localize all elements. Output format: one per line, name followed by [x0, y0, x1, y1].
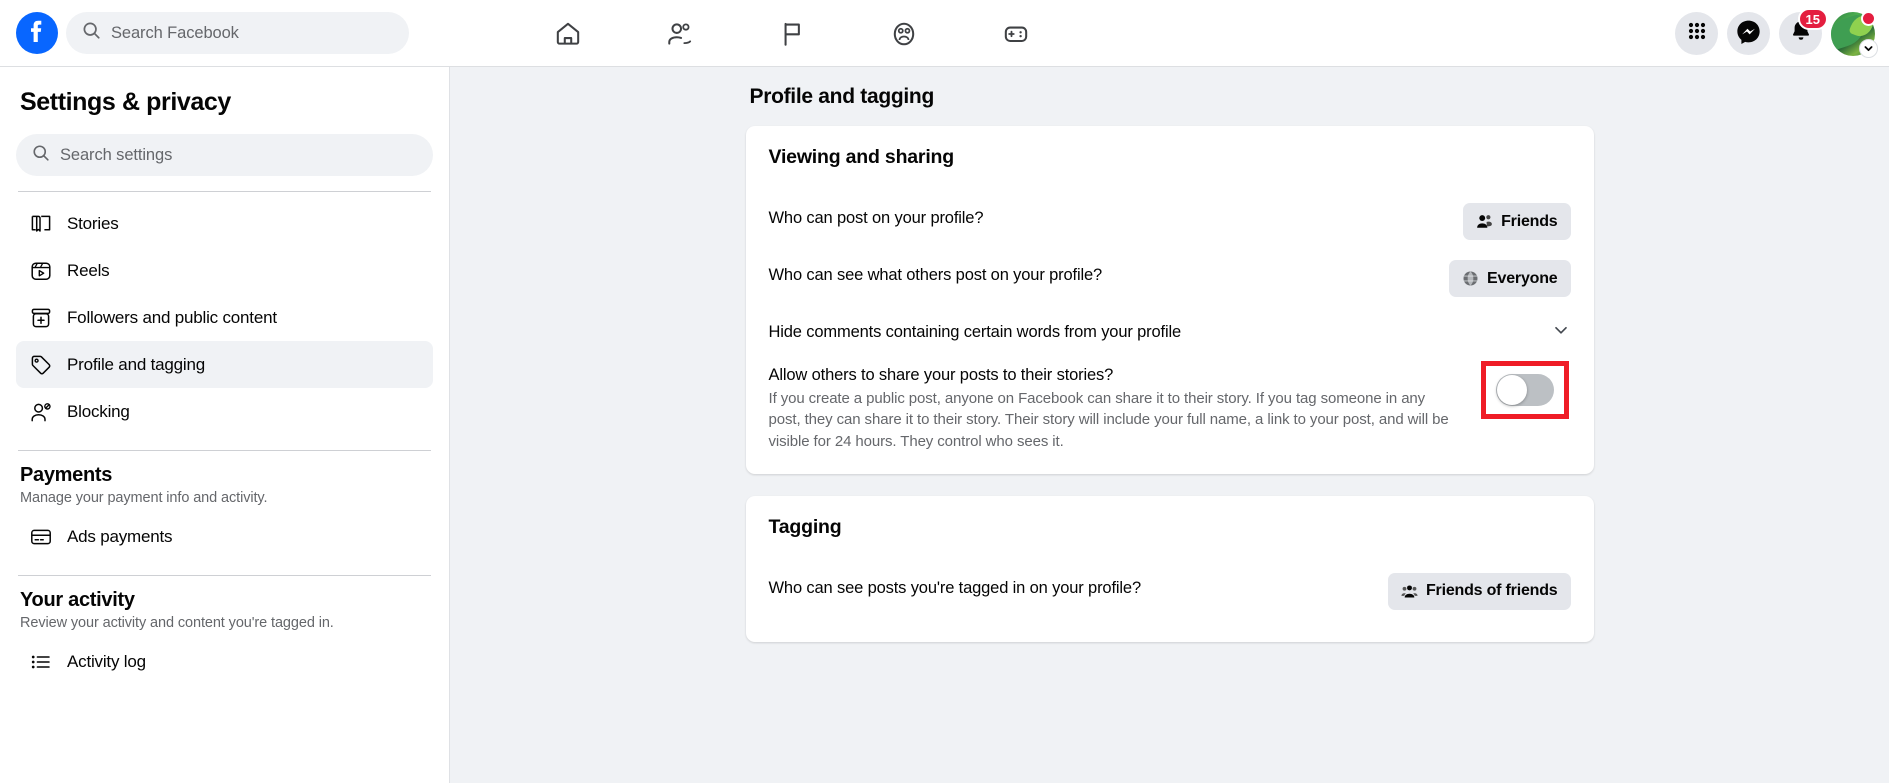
sidebar-group-title-your-activity: Your activity	[20, 589, 135, 611]
sidebar-divider-1	[18, 191, 431, 192]
sidebar-group-subtitle-payments: Manage your payment info and activity.	[20, 490, 268, 506]
chevron-down-icon	[1859, 38, 1878, 58]
nav-tab-gaming[interactable]	[960, 5, 1072, 63]
toggle-knob	[1496, 375, 1527, 405]
sidebar-item-label: Stories	[67, 213, 119, 233]
search-settings-input[interactable]: Search settings	[16, 134, 433, 176]
credit-card-icon	[28, 525, 54, 549]
nav-tab-friends[interactable]	[624, 5, 736, 63]
nav-tab-video[interactable]	[736, 5, 848, 63]
friends-icon	[1476, 213, 1493, 230]
card-title: Tagging	[768, 515, 842, 538]
groups-icon	[889, 19, 919, 49]
globe-icon	[1462, 270, 1479, 287]
search-icon	[82, 21, 101, 45]
chevron-down-icon[interactable]	[1551, 320, 1571, 345]
audience-value: Friends	[1501, 212, 1558, 230]
flag-icon	[777, 19, 807, 49]
sidebar-item-label: Followers and public content	[67, 307, 277, 327]
sidebar-divider-2	[18, 450, 431, 451]
setting-label: Hide comments containing certain words f…	[768, 322, 1182, 341]
messenger-icon	[1736, 19, 1761, 49]
page-body: Settings & privacy Search settings Stori…	[0, 67, 1889, 783]
sidebar-title: Settings & privacy	[20, 88, 231, 116]
notifications-button[interactable]: 15	[1779, 8, 1828, 55]
list-icon	[28, 650, 54, 674]
setting-label: Who can see what others post on your pro…	[768, 266, 1103, 284]
card-viewing-and-sharing: Viewing and sharing Who can post on your…	[745, 126, 1594, 474]
tag-icon	[28, 353, 54, 377]
sidebar-item-reels[interactable]: Reels	[16, 247, 433, 294]
friends-icon	[665, 19, 695, 49]
header-left-section: Search Facebook	[0, 12, 440, 54]
card-title: Viewing and sharing	[768, 146, 955, 168]
friends-group-icon	[1401, 583, 1418, 600]
account-menu-button[interactable]	[1831, 10, 1878, 58]
grid-menu-button[interactable]	[1675, 12, 1718, 55]
sidebar-item-label: Reels	[67, 260, 110, 280]
sidebar-item-label: Profile and tagging	[67, 354, 205, 374]
sidebar-item-label: Activity log	[67, 651, 146, 671]
nav-tab-home[interactable]	[512, 5, 624, 63]
reels-icon	[28, 259, 54, 283]
setting-row-who-can-see-tagged-posts: Who can see posts you're tagged in on yo…	[769, 563, 1571, 620]
setting-row-who-can-see-others-posts: Who can see what others post on your pro…	[769, 250, 1571, 307]
top-navigation-bar: Search Facebook 15	[0, 0, 1889, 67]
page-title: Profile and tagging	[749, 85, 935, 108]
search-icon	[32, 144, 50, 167]
sidebar-item-stories[interactable]: Stories	[16, 200, 433, 247]
setting-label: Allow others to share your posts to thei…	[768, 366, 1114, 384]
card-tagging: Tagging Who can see posts you're tagged …	[745, 495, 1594, 642]
avatar-status-dot	[1861, 10, 1876, 26]
setting-text-block: Allow others to share your posts to thei…	[769, 366, 1459, 452]
sidebar-group-subtitle-your-activity: Review your activity and content you're …	[20, 615, 334, 631]
sidebar-item-blocking[interactable]: Blocking	[16, 388, 433, 435]
person-block-icon	[28, 400, 54, 424]
gaming-controller-icon	[1001, 19, 1031, 49]
setting-description: If you create a public post, anyone on F…	[768, 390, 1449, 450]
sidebar-item-label: Ads payments	[67, 526, 173, 546]
settings-content-column: Profile and tagging Viewing and sharing …	[745, 67, 1594, 642]
setting-label: Who can see posts you're tagged in on yo…	[768, 578, 1142, 597]
sidebar-item-label: Blocking	[67, 401, 130, 421]
audience-select-who-can-see-others-posts[interactable]: Everyone	[1449, 260, 1571, 297]
setting-row-allow-share-to-stories: Allow others to share your posts to thei…	[769, 358, 1571, 452]
book-icon	[28, 212, 54, 236]
settings-sidebar: Settings & privacy Search settings Stori…	[0, 67, 450, 783]
sidebar-item-activity-log[interactable]: Activity log	[16, 638, 433, 685]
search-facebook-placeholder: Search Facebook	[111, 23, 239, 42]
sidebar-group-title-payments: Payments	[20, 464, 113, 486]
audience-value: Friends of friends	[1425, 582, 1558, 600]
sidebar-divider-3	[18, 575, 431, 576]
notifications-badge: 15	[1797, 8, 1828, 30]
nav-tab-groups[interactable]	[848, 5, 960, 63]
header-nav-tabs	[512, 0, 1072, 67]
facebook-logo-icon[interactable]	[16, 12, 58, 54]
audience-select-who-can-post[interactable]: Friends	[1463, 203, 1571, 240]
plus-box-icon	[28, 306, 54, 330]
home-icon	[553, 19, 583, 49]
grid-menu-icon	[1686, 20, 1708, 47]
setting-row-hide-comments[interactable]: Hide comments containing certain words f…	[769, 307, 1571, 358]
setting-label: Who can post on your profile?	[768, 209, 984, 227]
messenger-button[interactable]	[1727, 12, 1770, 55]
audience-select-tagged-posts[interactable]: Friends of friends	[1387, 572, 1571, 610]
sidebar-item-profile-and-tagging[interactable]: Profile and tagging	[16, 341, 433, 388]
allow-share-to-stories-toggle[interactable]	[1495, 374, 1554, 406]
audience-value: Everyone	[1487, 269, 1558, 287]
sidebar-item-followers[interactable]: Followers and public content	[16, 294, 433, 341]
settings-main-content: Profile and tagging Viewing and sharing …	[450, 67, 1889, 783]
search-settings-placeholder: Search settings	[60, 145, 173, 164]
setting-row-who-can-post: Who can post on your profile? Friends	[769, 193, 1571, 250]
sidebar-item-ads-payments[interactable]: Ads payments	[16, 513, 433, 560]
toggle-highlight-box	[1480, 361, 1569, 419]
search-facebook-input[interactable]: Search Facebook	[66, 12, 409, 54]
header-actions: 15	[1675, 0, 1878, 67]
